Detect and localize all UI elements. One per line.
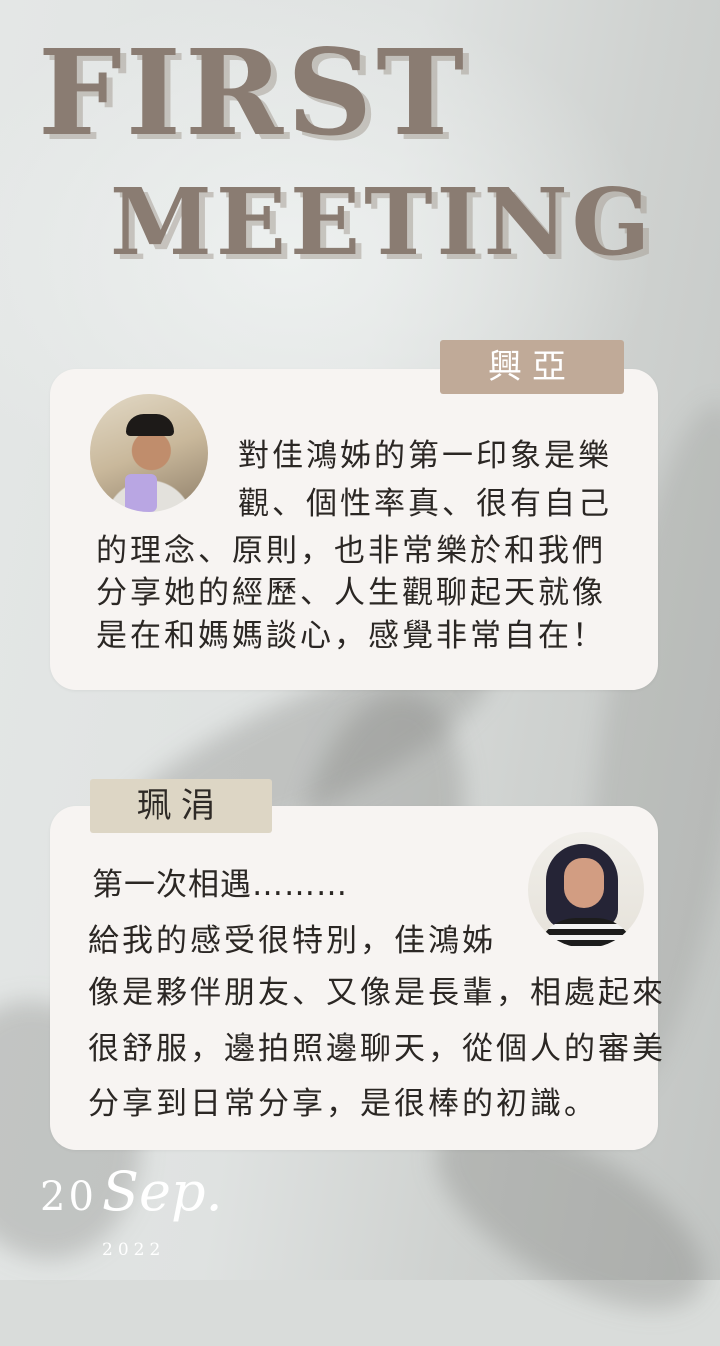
- comment-1-line-1: 對佳鴻姊的第一印象是樂: [238, 438, 612, 474]
- date-month: Sep.: [102, 1160, 223, 1223]
- comment-2-line-1: 第一次相遇………: [92, 867, 348, 903]
- title-meeting: MEETING: [110, 168, 655, 276]
- date-label: 20 Sep.: [40, 1160, 223, 1223]
- comment-1-line-2: 觀、個性率真、很有自己: [238, 486, 612, 522]
- comment-2-line-5: 分享到日常分享，是很棒的初識。: [88, 1086, 598, 1122]
- comment-2-line-4: 很舒服，邊拍照邊聊天，從個人的審美: [88, 1031, 666, 1067]
- comment-2-line-3: 像是夥伴朋友、又像是長輩，相處起來: [88, 975, 666, 1011]
- avatar-female: [528, 832, 644, 948]
- comment-2-line-2: 給我的感受很特別，佳鴻姊: [88, 923, 496, 959]
- avatar-male: [90, 394, 208, 512]
- name-tag-2: 珮涓: [90, 779, 272, 833]
- title-first: FIRST: [38, 23, 469, 162]
- comment-1-line-5: 是在和媽媽談心，感覺非常自在！: [96, 618, 606, 654]
- date-day: 20: [40, 1174, 97, 1220]
- name-tag-1: 興亞: [440, 340, 624, 394]
- date-year: 2022: [102, 1240, 166, 1260]
